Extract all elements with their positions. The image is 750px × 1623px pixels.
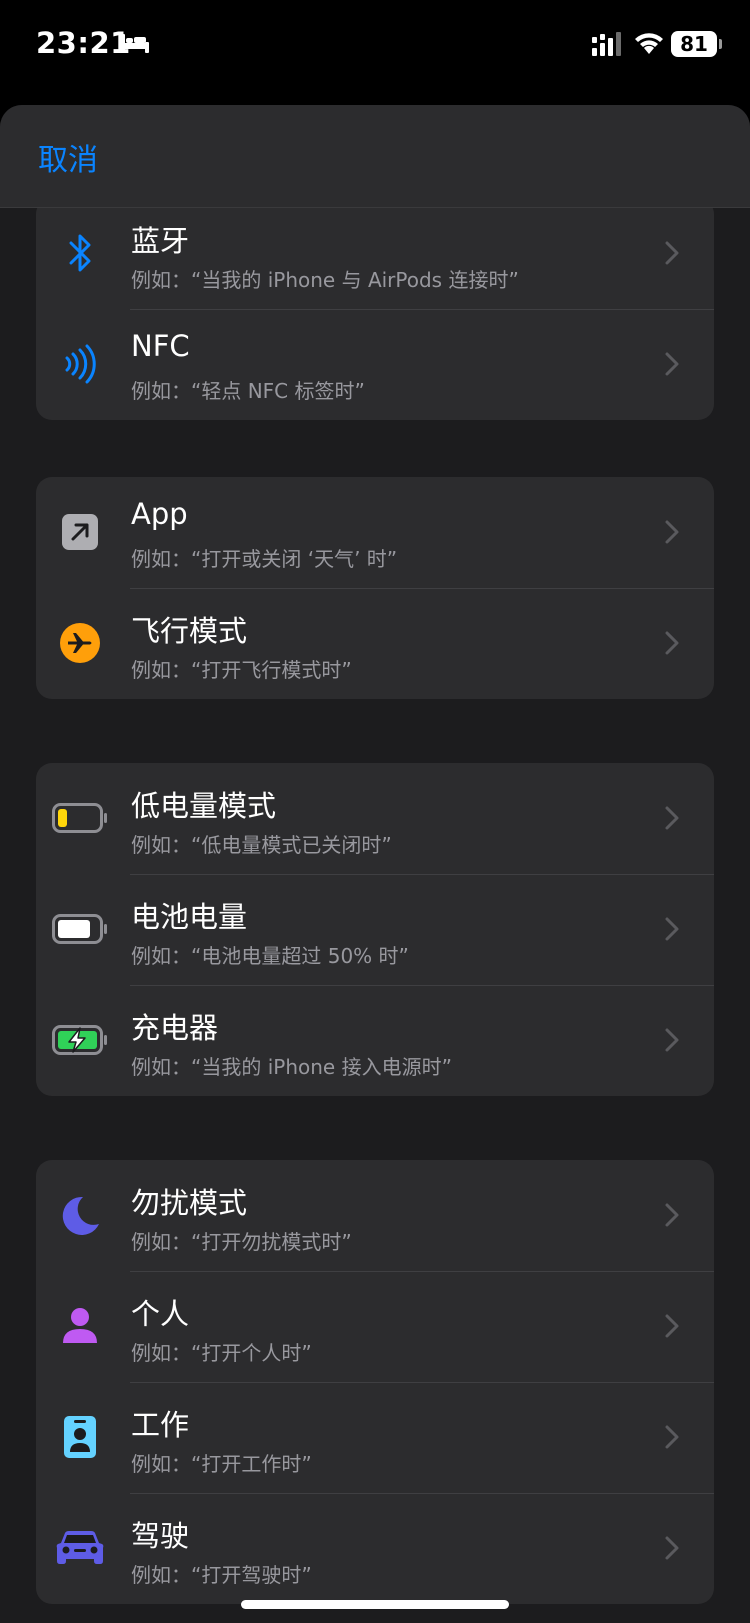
trigger-title: NFC — [131, 329, 190, 363]
trigger-title: 驾驶 — [131, 1519, 190, 1553]
chevron-right-icon — [665, 241, 679, 265]
cancel-button[interactable]: 取消 — [38, 135, 98, 179]
trigger-subtitle: 例如：“当我的 iPhone 与 AirPods 连接时” — [131, 268, 519, 292]
connectivity-group: 蓝牙 例如：“当我的 iPhone 与 AirPods 连接时” NFC 例如：… — [36, 198, 714, 420]
chevron-right-icon — [665, 806, 679, 830]
trigger-row-nfc[interactable]: NFC 例如：“轻点 NFC 标签时” — [36, 309, 714, 420]
battery-group: 低电量模式 例如：“低电量模式已关闭时” 电池电量 例如：“电池电量超过 50%… — [36, 763, 714, 1096]
home-indicator[interactable] — [241, 1600, 509, 1609]
trigger-subtitle: 例如：“打开工作时” — [131, 1452, 312, 1476]
trigger-subtitle: 例如：“轻点 NFC 标签时” — [131, 379, 365, 403]
trigger-subtitle: 例如：“打开勿扰模式时” — [131, 1230, 352, 1254]
trigger-title: App — [131, 497, 188, 531]
focus-group: 勿扰模式 例如：“打开勿扰模式时” 个人 例如：“打开个人时” 工作 例如：“打… — [36, 1160, 714, 1604]
cellular-signal-icon — [592, 32, 621, 56]
airplane-icon — [46, 617, 114, 669]
battery-icon: 81 — [671, 31, 722, 57]
chevron-right-icon — [665, 1314, 679, 1338]
trigger-row-driving[interactable]: 驾驶 例如：“打开驾驶时” — [36, 1493, 714, 1604]
trigger-row-work[interactable]: 工作 例如：“打开工作时” — [36, 1382, 714, 1493]
trigger-row-do-not-disturb[interactable]: 勿扰模式 例如：“打开勿扰模式时” — [36, 1160, 714, 1271]
chevron-right-icon — [665, 1425, 679, 1449]
bed-icon — [121, 34, 149, 53]
trigger-title: 工作 — [131, 1408, 190, 1442]
trigger-row-personal[interactable]: 个人 例如：“打开个人时” — [36, 1271, 714, 1382]
trigger-row-app[interactable]: App 例如：“打开或关闭 ‘天气’ 时” — [36, 477, 714, 588]
app-group: App 例如：“打开或关闭 ‘天气’ 时” 飞行模式 例如：“打开飞行模式时” — [36, 477, 714, 699]
trigger-title: 蓝牙 — [131, 224, 190, 258]
chevron-right-icon — [665, 631, 679, 655]
trigger-subtitle: 例如：“电池电量超过 50% 时” — [131, 944, 409, 968]
trigger-subtitle: 例如：“低电量模式已关闭时” — [131, 833, 392, 857]
trigger-subtitle: 例如：“打开驾驶时” — [131, 1563, 312, 1587]
person-icon — [46, 1300, 114, 1352]
charging-battery-icon — [46, 1014, 114, 1066]
trigger-row-low-power-mode[interactable]: 低电量模式 例如：“低电量模式已关闭时” — [36, 763, 714, 874]
navigation-bar: 取消 — [0, 105, 750, 208]
status-bar: 23:21 81 — [0, 0, 750, 90]
trigger-subtitle: 例如：“打开个人时” — [131, 1341, 312, 1365]
moon-icon — [46, 1189, 114, 1241]
trigger-row-charger[interactable]: 充电器 例如：“当我的 iPhone 接入电源时” — [36, 985, 714, 1096]
trigger-title: 电池电量 — [131, 900, 248, 934]
trigger-title: 勿扰模式 — [131, 1186, 248, 1220]
nfc-icon — [46, 338, 114, 390]
badge-icon — [46, 1411, 114, 1463]
battery-level-icon — [46, 903, 114, 955]
status-time: 23:21 — [36, 26, 131, 60]
trigger-row-airplane-mode[interactable]: 飞行模式 例如：“打开飞行模式时” — [36, 588, 714, 699]
trigger-row-bluetooth[interactable]: 蓝牙 例如：“当我的 iPhone 与 AirPods 连接时” — [36, 198, 714, 309]
chevron-right-icon — [665, 520, 679, 544]
chevron-right-icon — [665, 1536, 679, 1560]
trigger-title: 低电量模式 — [131, 789, 277, 823]
chevron-right-icon — [665, 1203, 679, 1227]
app-arrow-icon — [46, 506, 114, 558]
wifi-icon — [635, 33, 663, 54]
car-icon — [46, 1522, 114, 1574]
trigger-title: 个人 — [131, 1297, 190, 1331]
chevron-right-icon — [665, 352, 679, 376]
chevron-right-icon — [665, 1028, 679, 1052]
trigger-subtitle: 例如：“打开或关闭 ‘天气’ 时” — [131, 547, 398, 571]
chevron-right-icon — [665, 917, 679, 941]
trigger-subtitle: 例如：“当我的 iPhone 接入电源时” — [131, 1055, 452, 1079]
trigger-subtitle: 例如：“打开飞行模式时” — [131, 658, 352, 682]
trigger-row-battery-level[interactable]: 电池电量 例如：“电池电量超过 50% 时” — [36, 874, 714, 985]
bluetooth-icon — [46, 227, 114, 279]
trigger-title: 飞行模式 — [131, 614, 248, 648]
trigger-title: 充电器 — [131, 1011, 219, 1045]
trigger-picker-sheet: 取消 蓝牙 例如：“当我的 iPhone 与 AirPods 连接时” NFC … — [0, 105, 750, 1623]
low-battery-icon — [46, 792, 114, 844]
